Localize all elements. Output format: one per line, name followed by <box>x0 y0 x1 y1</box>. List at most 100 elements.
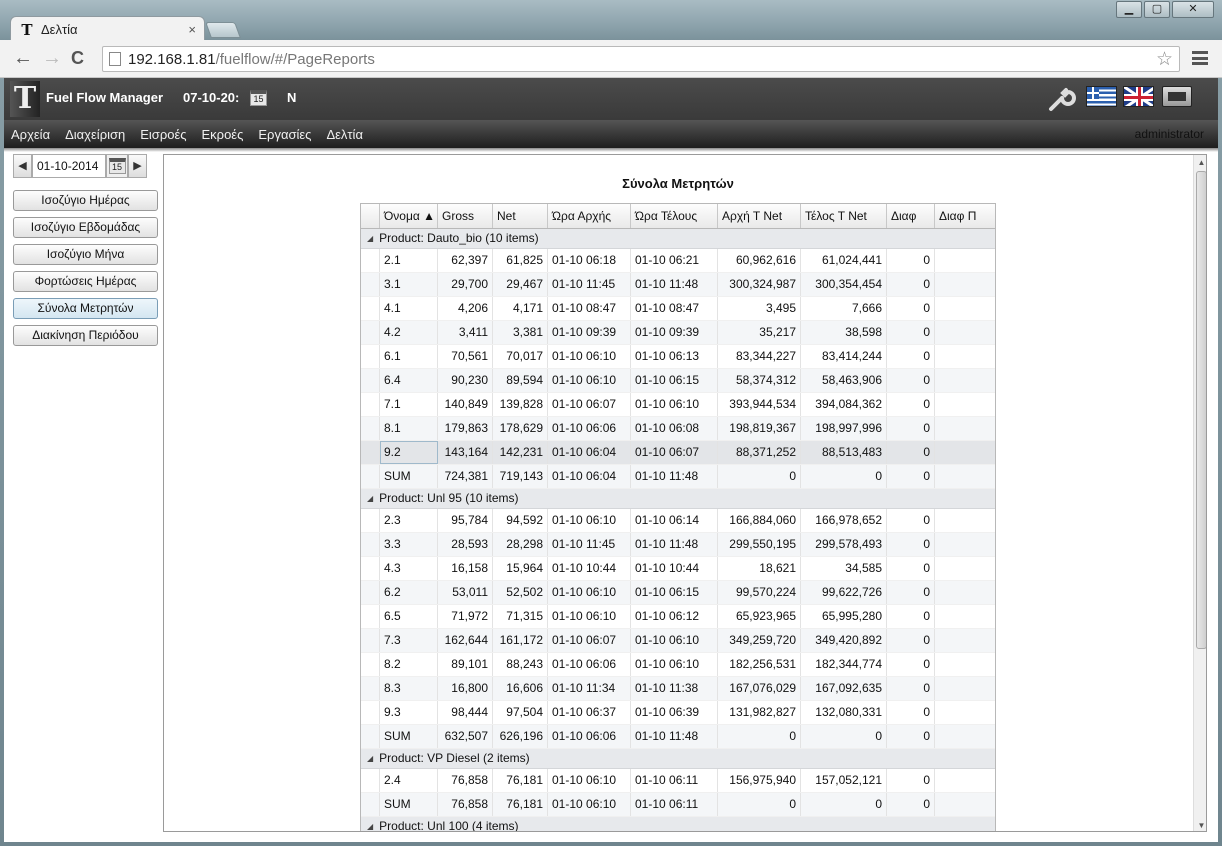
table-cell[interactable] <box>935 605 995 628</box>
column-header[interactable]: Ώρα Τέλους <box>631 204 718 228</box>
table-cell[interactable]: 89,101 <box>438 653 493 676</box>
table-cell[interactable]: 01-10 06:08 <box>631 417 718 440</box>
column-header[interactable]: Τέλος Τ Net <box>801 204 887 228</box>
table-cell[interactable]: 0 <box>887 417 935 440</box>
table-cell[interactable]: 632,507 <box>438 725 493 748</box>
table-cell[interactable]: 01-10 06:39 <box>631 701 718 724</box>
table-cell[interactable]: 0 <box>887 605 935 628</box>
maximize-button[interactable]: ▢ <box>1144 1 1170 18</box>
table-cell[interactable]: 3,411 <box>438 321 493 344</box>
table-cell[interactable]: 01-10 11:34 <box>548 677 631 700</box>
table-cell[interactable]: 61,825 <box>493 249 548 272</box>
table-cell[interactable]: 300,324,987 <box>718 273 801 296</box>
collapse-triangle-icon[interactable]: ◢ <box>367 489 373 508</box>
table-cell[interactable] <box>935 321 995 344</box>
device-icon[interactable] <box>1162 86 1192 107</box>
table-cell[interactable]: 140,849 <box>438 393 493 416</box>
table-cell[interactable]: 162,644 <box>438 629 493 652</box>
table-cell[interactable]: 16,158 <box>438 557 493 580</box>
scroll-up-icon[interactable]: ▲ <box>1194 155 1206 170</box>
table-cell[interactable]: 01-10 06:07 <box>548 393 631 416</box>
table-row[interactable]: 3.3 28,593 28,298 01-10 11:45 01-10 11:48 299… <box>361 533 995 557</box>
table-cell[interactable]: 0 <box>887 465 935 488</box>
table-cell[interactable] <box>935 629 995 652</box>
table-cell[interactable]: 0 <box>801 725 887 748</box>
table-cell[interactable]: 01-10 06:18 <box>548 249 631 272</box>
table-cell[interactable]: 01-10 06:04 <box>548 465 631 488</box>
table-cell[interactable]: 0 <box>887 653 935 676</box>
new-tab-button[interactable] <box>205 22 241 38</box>
table-cell[interactable]: 16,800 <box>438 677 493 700</box>
column-header[interactable]: Διαφ <box>887 204 935 228</box>
table-row[interactable]: 2.1 62,397 61,825 01-10 06:18 01-10 06:21 60,… <box>361 249 995 273</box>
browser-tab[interactable]: T Δελτία × <box>10 16 205 42</box>
table-cell[interactable]: 01-10 10:44 <box>548 557 631 580</box>
table-cell[interactable]: 0 <box>718 465 801 488</box>
table-cell[interactable]: 01-10 06:10 <box>548 605 631 628</box>
table-cell[interactable]: 65,923,965 <box>718 605 801 628</box>
table-row[interactable]: 2.4 76,858 76,181 01-10 06:10 01-10 06:11 156… <box>361 769 995 793</box>
wrench-icon[interactable] <box>1047 84 1077 114</box>
table-cell[interactable]: 88,243 <box>493 653 548 676</box>
report-button[interactable]: Ισοζύγιο Μήνα <box>13 244 158 265</box>
table-cell[interactable] <box>935 465 995 488</box>
table-row[interactable]: 6.5 71,972 71,315 01-10 06:10 01-10 06:12 65,… <box>361 605 995 629</box>
table-cell[interactable]: 35,217 <box>718 321 801 344</box>
uk-flag-icon[interactable] <box>1123 86 1154 107</box>
table-cell[interactable]: 76,181 <box>493 769 548 792</box>
sum-row[interactable]: SUM 632,507 626,196 01-10 06:06 01-10 11:48 0… <box>361 725 995 749</box>
table-row[interactable]: 7.3 162,644 161,172 01-10 06:07 01-10 06:10 3… <box>361 629 995 653</box>
table-cell[interactable]: 6.5 <box>380 605 438 628</box>
table-cell[interactable]: 0 <box>887 273 935 296</box>
table-cell[interactable]: 16,606 <box>493 677 548 700</box>
table-cell[interactable] <box>935 441 995 464</box>
header-calendar-icon[interactable]: 15 <box>250 90 267 106</box>
table-cell[interactable]: 2.3 <box>380 509 438 532</box>
table-cell[interactable]: 6.1 <box>380 345 438 368</box>
table-cell[interactable]: 01-10 06:14 <box>631 509 718 532</box>
table-cell[interactable] <box>935 297 995 320</box>
table-cell[interactable]: 70,017 <box>493 345 548 368</box>
table-cell[interactable]: 01-10 06:15 <box>631 369 718 392</box>
table-cell[interactable]: 38,598 <box>801 321 887 344</box>
date-calendar-button[interactable]: 15 <box>106 154 128 178</box>
table-row[interactable]: 2.3 95,784 94,592 01-10 06:10 01-10 06:14 166… <box>361 509 995 533</box>
table-cell[interactable]: 62,397 <box>438 249 493 272</box>
table-cell[interactable]: 6.2 <box>380 581 438 604</box>
sum-row[interactable]: SUM 76,858 76,181 01-10 06:10 01-10 06:11 0 0 0 <box>361 793 995 817</box>
table-cell[interactable] <box>935 581 995 604</box>
table-cell[interactable]: 0 <box>887 581 935 604</box>
table-row[interactable]: 4.2 3,411 3,381 01-10 09:39 01-10 09:39 35,21… <box>361 321 995 345</box>
table-cell[interactable]: 0 <box>887 297 935 320</box>
table-cell[interactable]: 300,354,454 <box>801 273 887 296</box>
table-cell[interactable]: 0 <box>887 629 935 652</box>
table-cell[interactable] <box>935 533 995 556</box>
table-cell[interactable]: 76,858 <box>438 793 493 816</box>
column-header[interactable]: Ώρα Αρχής <box>548 204 631 228</box>
table-cell[interactable]: 7,666 <box>801 297 887 320</box>
table-cell[interactable]: 166,884,060 <box>718 509 801 532</box>
group-row[interactable]: ◢ Product: Dauto_bio (10 items) <box>361 229 995 249</box>
table-cell[interactable] <box>935 769 995 792</box>
table-cell[interactable]: 0 <box>801 793 887 816</box>
table-cell[interactable]: 01-10 06:15 <box>631 581 718 604</box>
column-header[interactable]: Διαφ Π <box>935 204 995 228</box>
table-cell[interactable]: 626,196 <box>493 725 548 748</box>
table-cell[interactable]: 95,784 <box>438 509 493 532</box>
table-cell[interactable]: SUM <box>380 465 438 488</box>
collapse-triangle-icon[interactable]: ◢ <box>367 229 373 248</box>
table-cell[interactable]: 0 <box>887 533 935 556</box>
table-cell[interactable] <box>935 369 995 392</box>
column-header[interactable]: Gross <box>438 204 493 228</box>
table-row[interactable]: 9.2 143,164 142,231 01-10 06:04 01-10 06:07 8… <box>361 441 995 465</box>
table-cell[interactable]: 94,592 <box>493 509 548 532</box>
table-cell[interactable]: 76,858 <box>438 769 493 792</box>
table-cell[interactable]: 3,381 <box>493 321 548 344</box>
table-cell[interactable]: 8.3 <box>380 677 438 700</box>
table-cell[interactable]: 71,972 <box>438 605 493 628</box>
menu-item-tasks[interactable]: Εργασίες <box>258 127 311 142</box>
forward-arrow-icon[interactable]: → <box>42 48 62 68</box>
table-cell[interactable]: 99,570,224 <box>718 581 801 604</box>
table-cell[interactable]: 4.2 <box>380 321 438 344</box>
tab-close-icon[interactable]: × <box>188 22 196 37</box>
